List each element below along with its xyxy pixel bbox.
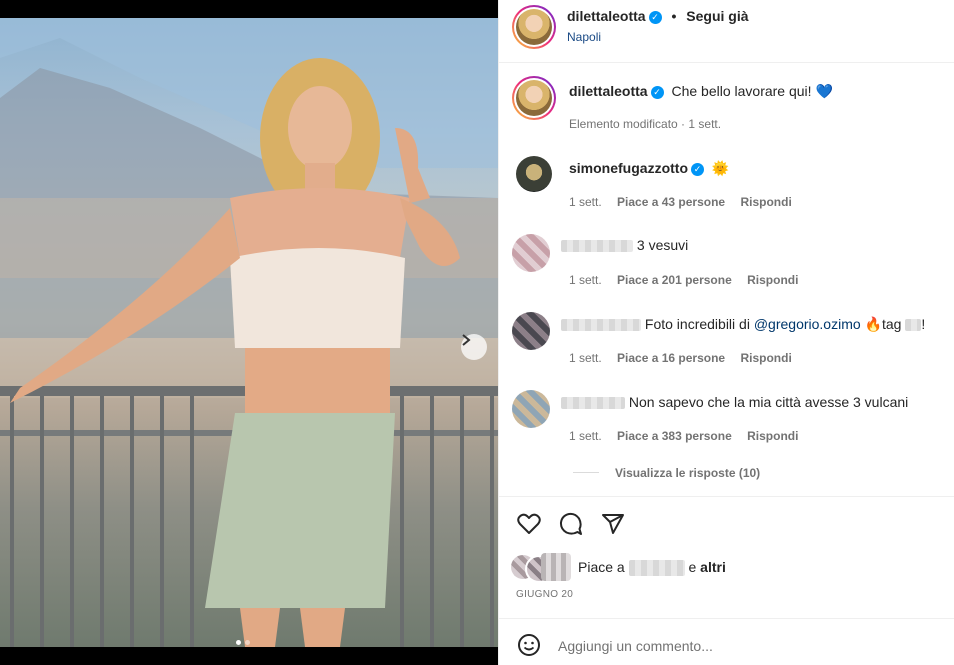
author-line: dilettaleotta ✓ • Segui già [567,8,749,24]
comments-panel: dilettaleotta ✓ • Segui già Napoli dilett… [498,0,954,665]
comment-line: 3 vesuvi [561,237,688,253]
likes-line: Piace a e altri [578,559,726,577]
redacted-username [561,240,633,253]
comment-likes[interactable]: Piace a 383 persone [617,429,732,443]
commenter-avatar[interactable] [512,390,550,428]
caption-username[interactable]: dilettaleotta [569,83,648,99]
post-header: dilettaleotta ✓ • Segui già Napoli [499,0,954,63]
comment-time[interactable]: 1 sett. [569,429,602,443]
post-date[interactable]: GIUGNO 20 [516,589,573,600]
comment-button[interactable] [558,511,584,537]
redacted-tag [905,319,922,332]
likes-others-link[interactable]: altri [700,559,726,575]
commenter-avatar[interactable] [512,312,550,350]
reply-button[interactable]: Rispondi [747,273,798,287]
carousel-dot [245,640,250,645]
author-username[interactable]: dilettaleotta [567,8,646,24]
comment-meta: 1 sett. Piace a 383 persone Rispondi [569,429,810,443]
actions-divider [499,496,954,497]
add-comment-input[interactable]: Aggiungi un commento... [558,638,713,654]
comment-line: Non sapevo che la mia città avesse 3 vul… [561,394,908,410]
comment-username[interactable]: simonefugazzotto [569,160,688,176]
emoji-button[interactable] [516,632,542,658]
comment-line: simonefugazzotto ✓ 🌞 [569,160,729,177]
verified-icon: ✓ [691,162,704,176]
comment-meta: 1 sett. Piace a 201 persone Rispondi [569,273,810,287]
replies-line [573,472,599,473]
comment-icon [559,512,582,535]
comment-meta: 1 sett. Piace a 43 persone Rispondi [569,195,804,209]
comment-text: Non sapevo che la mia città avesse 3 vul… [628,394,909,410]
share-icon [602,514,624,534]
post-dialog: dilettaleotta ✓ • Segui già Napoli dilett… [0,0,954,665]
bottom-bar [0,647,498,665]
chevron-right-icon [462,334,471,346]
redacted-liker [628,560,685,577]
comment-meta: 1 sett. Piace a 16 persone Rispondi [569,351,804,365]
mention-link[interactable]: @gregorio.ozimo [754,316,861,332]
photo-illustration [0,18,498,647]
likes-prefix: Piace a [578,559,625,575]
author-avatar[interactable] [512,5,556,49]
comment-line: Foto incredibili di @gregorio.ozimo 🔥tag… [561,316,925,333]
carousel-dot [236,640,241,645]
view-replies-button[interactable]: Visualizza le risposte (10) [615,466,760,480]
liker-avatar-blur [541,553,571,581]
comment-text-suffix: 🔥tag [864,316,902,332]
like-button[interactable] [516,511,542,537]
blue-heart-emoji: 💙 [815,83,833,99]
caption-avatar[interactable] [512,76,556,120]
reply-button[interactable]: Rispondi [740,195,791,209]
comment-text-prefix: Foto incredibili di [644,316,750,332]
share-button[interactable] [600,511,626,537]
reply-button[interactable]: Rispondi [747,429,798,443]
verified-icon: ✓ [648,10,662,24]
reply-button[interactable]: Rispondi [740,351,791,365]
comment-text: 3 vesuvi [636,237,689,253]
caption-meta: Elemento modificato · 1 sett. [569,117,722,131]
comment-time[interactable]: 1 sett. [569,351,602,365]
input-divider [499,618,954,619]
verified-icon: ✓ [650,85,664,99]
post-image[interactable] [0,18,498,647]
separator-dot: • [671,8,677,24]
comment-likes[interactable]: Piace a 43 persone [617,195,725,209]
location-link[interactable]: Napoli [567,30,601,44]
commenter-avatar[interactable] [516,156,552,192]
comment-likes[interactable]: Piace a 16 persone [617,351,725,365]
caption-text: Che bello lavorare qui! [671,83,812,99]
commenter-avatar[interactable] [512,234,550,272]
comment-likes[interactable]: Piace a 201 persone [617,273,732,287]
sun-emoji: 🌞 [711,160,730,176]
comment-time[interactable]: 1 sett. [569,195,602,209]
heart-icon [517,513,541,534]
redacted-username [561,319,641,332]
caption-text-line: dilettaleotta ✓ Che bello lavorare qui! 💙 [569,83,833,100]
redacted-username [561,397,625,410]
carousel-dots [236,640,250,645]
smiley-icon [518,634,540,656]
likes-middle: e [688,559,697,575]
comment-time[interactable]: 1 sett. [569,273,602,287]
comment-text-end: ! [921,316,926,332]
next-image-button[interactable] [461,334,487,360]
follow-button[interactable]: Segui già [686,8,748,24]
